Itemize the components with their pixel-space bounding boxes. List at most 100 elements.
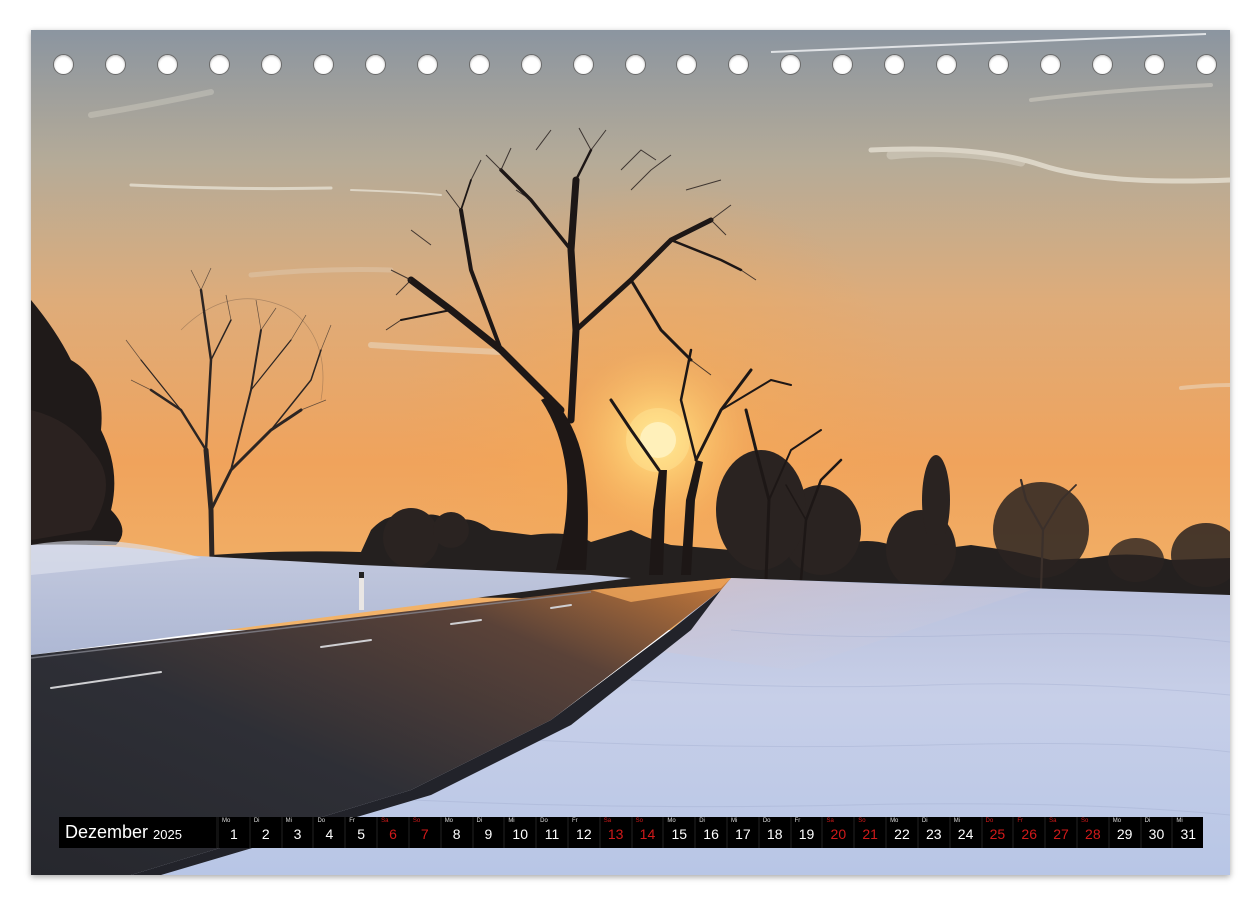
day-cell: Sa 20 [823,817,854,848]
day-number: 22 [894,826,910,842]
day-number: 14 [639,826,656,842]
day-number: 16 [703,826,719,842]
weekday-label: Mo [890,818,899,824]
day-cell: Di 16 [696,817,726,848]
day-cell: Mi 31 [1173,817,1204,848]
day-cell: So 21 [855,817,886,848]
weekday-label: So [858,818,866,824]
day-cell: Di 23 [918,817,949,848]
weekday-label: Mi [1176,818,1183,824]
weekday-label: Mo [222,818,231,824]
weekday-label: Di [253,818,260,824]
day-cell: So 28 [1077,817,1108,848]
day-number: 4 [325,826,334,842]
day-cell: Fr 5 [346,817,377,848]
weekday-label: Fr [571,818,578,824]
weekday-label: Sa [381,818,389,824]
calendar-strip: Dezember 2025 Mo 1 Di 2 Mi 3 Do 4 Fr 5 Sa 6 So 7 Mo 8 Di… [59,817,1204,848]
day-number: 1 [230,826,238,842]
winter-sunset-photo [31,30,1230,875]
weekday-label: Sa [1049,818,1057,824]
day-number: 12 [576,826,592,842]
binding-hole [520,54,542,75]
weekday-label: Mo [667,818,676,824]
weekday-label: Mi [731,818,738,824]
weekday-label: Mo [1112,818,1122,824]
binding-hole [260,54,282,75]
day-number: 13 [607,826,624,842]
month-name: Dezember [65,822,149,842]
weekday-label: So [635,818,643,824]
day-cell: So 7 [409,817,440,848]
day-number: 28 [1085,826,1101,842]
weekday-label: Di [1144,818,1151,824]
calendar-page: Dezember 2025 Mo 1 Di 2 Mi 3 Do 4 Fr 5 Sa 6 So 7 Mo 8 Di… [0,0,1260,905]
binding-hole [988,54,1010,75]
day-number: 24 [957,826,974,842]
binding-hole [1196,54,1217,75]
day-number: 21 [862,826,878,842]
day-number: 18 [766,826,783,842]
weekday-label: So [412,818,421,824]
binding-hole [884,54,906,75]
weekday-label: Fr [794,818,801,824]
day-cell: Sa 6 [378,817,408,848]
day-number: 19 [798,826,815,842]
binding-hole [936,54,958,75]
weekday-label: Mo [444,818,454,824]
day-cell: Di 9 [473,817,504,848]
binding-hole [780,54,802,75]
day-cell: Mi 3 [282,817,313,848]
day-number: 27 [1053,826,1069,842]
binding-hole [104,54,126,75]
weekday-label: Do [317,818,326,824]
day-cell: Do 11 [537,817,567,848]
binding-hole [312,54,334,75]
day-cell: Di 2 [250,817,281,848]
day-cell: Mo 22 [887,817,917,848]
weekday-label: Do [762,818,771,824]
binding-hole [416,54,438,75]
day-number: 3 [293,826,302,842]
binding-hole [728,54,750,75]
day-cell: Mo 29 [1109,817,1140,848]
day-cell: So 14 [632,817,663,848]
day-number: 9 [484,826,493,842]
weekday-label: Mi [953,818,961,824]
day-number: 20 [830,826,847,842]
month-label: Dezember 2025 [59,817,216,848]
weekday-label: Do [540,818,548,824]
binding-hole [1144,54,1166,75]
day-cell: Do 25 [982,817,1013,848]
day-cells: Mo 1 Di 2 Mi 3 Do 4 Fr 5 Sa 6 So 7 Mo 8 Di 9 Mi 10 Do 11 Fr 12 S… [219,817,1204,848]
day-cell: Mi 24 [950,817,981,848]
day-cell: Do 4 [314,817,345,848]
day-cell: Fr 19 [791,817,822,848]
day-cell: Sa 13 [600,817,631,848]
weekday-label: Do [985,818,994,824]
month-year: 2025 [153,826,182,842]
day-number: 31 [1180,826,1197,842]
day-number: 23 [925,826,942,842]
weekday-label: Di [476,818,483,824]
binding-hole [156,54,178,75]
day-cell: Fr 12 [568,817,599,848]
day-number: 2 [261,826,270,842]
day-cell: Di 30 [1141,817,1172,848]
binding-hole [572,54,594,75]
binding-hole [624,54,646,75]
binding-hole [1040,54,1062,75]
day-cell: Mi 17 [728,817,758,848]
day-cell: Sa 27 [1046,817,1076,848]
binding-holes [31,54,1230,80]
day-number: 26 [1021,826,1037,842]
weekday-label: So [1080,818,1089,824]
day-number: 15 [671,826,688,842]
day-number: 7 [420,826,429,842]
weekday-label: Di [921,818,928,824]
day-cell: Do 18 [759,817,790,848]
weekday-label: Sa [603,818,612,824]
weekday-label: Sa [826,818,834,824]
day-cell: Mi 10 [505,817,536,848]
binding-hole [676,54,698,75]
